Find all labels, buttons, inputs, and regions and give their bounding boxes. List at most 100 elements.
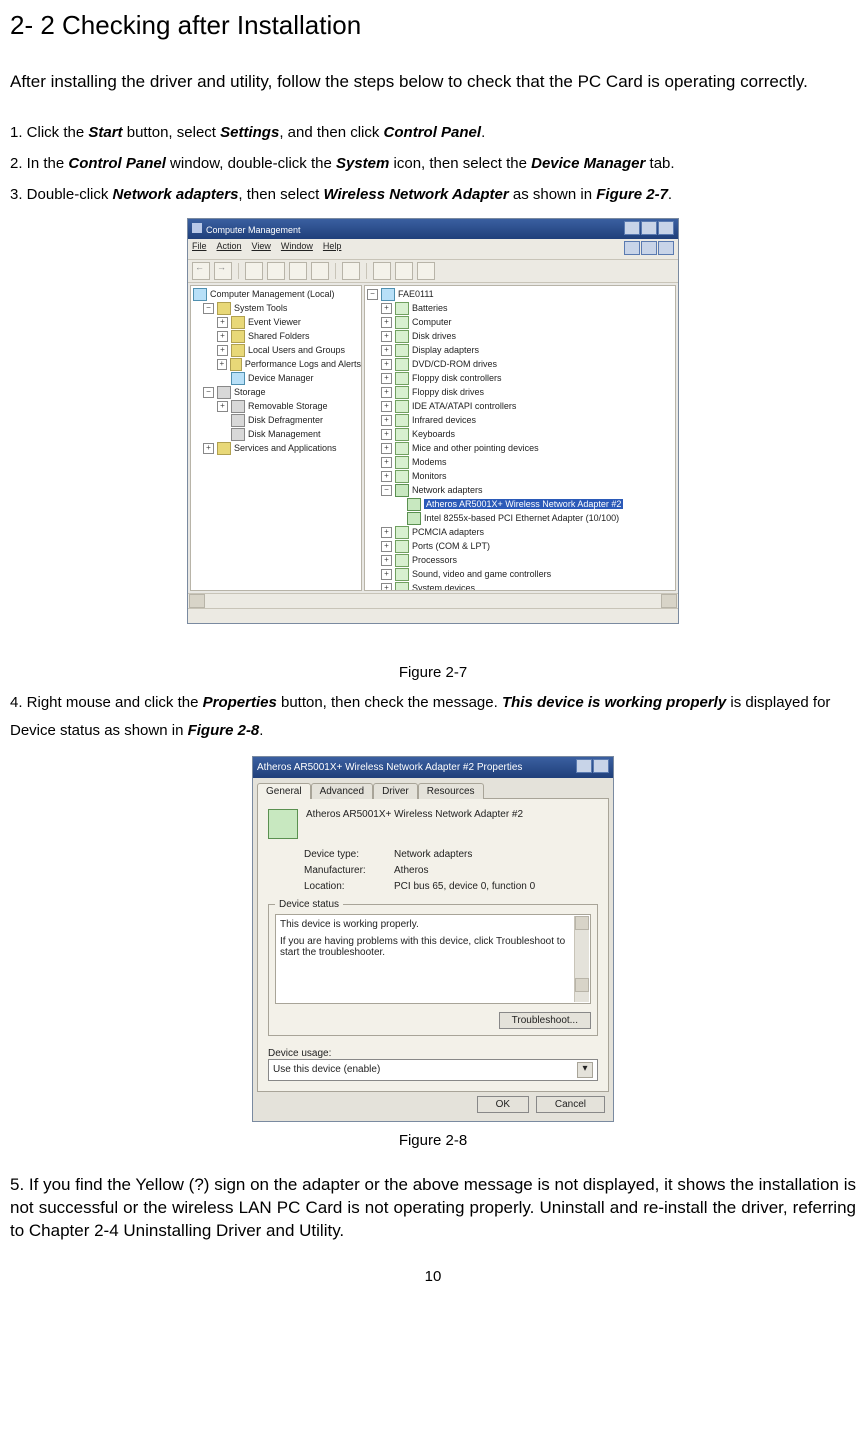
ok-button[interactable]: OK xyxy=(477,1096,529,1113)
expand-icon[interactable]: + xyxy=(381,569,392,580)
tree-node[interactable]: Keyboards xyxy=(412,429,455,439)
expand-icon[interactable]: + xyxy=(381,387,392,398)
toolbar-button[interactable] xyxy=(417,262,435,280)
close-button[interactable] xyxy=(658,221,674,235)
scrollbar-vertical[interactable] xyxy=(574,916,589,1002)
tree-node[interactable]: Disk Defragmenter xyxy=(248,415,323,425)
device-usage-combo[interactable]: Use this device (enable) ▾ xyxy=(268,1059,598,1081)
help-button[interactable] xyxy=(576,759,592,773)
expand-icon[interactable]: + xyxy=(217,331,228,342)
expand-icon[interactable]: + xyxy=(381,331,392,342)
toolbar-button[interactable] xyxy=(267,262,285,280)
expand-icon[interactable]: + xyxy=(381,583,392,591)
toolbar-button[interactable] xyxy=(311,262,329,280)
tree-node[interactable]: Floppy disk drives xyxy=(412,387,484,397)
collapse-icon[interactable]: − xyxy=(367,289,378,300)
expand-icon[interactable]: + xyxy=(381,303,392,314)
tab-driver[interactable]: Driver xyxy=(373,783,418,799)
expand-icon[interactable]: + xyxy=(381,429,392,440)
tree-node[interactable]: Removable Storage xyxy=(248,401,328,411)
expand-icon[interactable]: + xyxy=(381,443,392,454)
tree-node[interactable]: Storage xyxy=(234,387,266,397)
tree-node[interactable]: Computer Management (Local) xyxy=(210,289,335,299)
expand-icon[interactable]: + xyxy=(381,359,392,370)
tree-node[interactable]: Local Users and Groups xyxy=(248,345,345,355)
tree-node[interactable]: Batteries xyxy=(412,303,448,313)
tree-node-network-adapters[interactable]: Network adapters xyxy=(412,485,483,495)
expand-icon[interactable]: + xyxy=(381,373,392,384)
scroll-left-icon[interactable] xyxy=(189,594,205,608)
expand-icon[interactable]: + xyxy=(381,541,392,552)
forward-button[interactable] xyxy=(214,262,232,280)
mdi-minimize-button[interactable] xyxy=(624,241,640,255)
tree-node[interactable]: System Tools xyxy=(234,303,287,313)
toolbar-button[interactable] xyxy=(245,262,263,280)
tree-node[interactable]: Modems xyxy=(412,457,447,467)
menu-view[interactable]: View xyxy=(252,241,271,257)
scroll-right-icon[interactable] xyxy=(661,594,677,608)
tree-node[interactable]: Performance Logs and Alerts xyxy=(245,359,361,369)
tree-node[interactable]: Processors xyxy=(412,555,457,565)
scroll-down-icon[interactable] xyxy=(575,978,589,992)
expand-icon[interactable]: + xyxy=(381,401,392,412)
expand-icon[interactable]: + xyxy=(217,345,228,356)
tab-resources[interactable]: Resources xyxy=(418,783,484,799)
expand-icon[interactable]: + xyxy=(381,317,392,328)
toolbar-button[interactable] xyxy=(395,262,413,280)
close-button[interactable] xyxy=(593,759,609,773)
scroll-up-icon[interactable] xyxy=(575,916,589,930)
cancel-button[interactable]: Cancel xyxy=(536,1096,605,1113)
mdi-restore-button[interactable] xyxy=(641,241,657,255)
tree-node-selected-wireless-adapter[interactable]: Atheros AR5001X+ Wireless Network Adapte… xyxy=(424,499,623,509)
back-button[interactable] xyxy=(192,262,210,280)
tree-node[interactable]: Intel 8255x-based PCI Ethernet Adapter (… xyxy=(424,513,619,523)
expand-icon[interactable]: + xyxy=(381,555,392,566)
expand-icon[interactable]: + xyxy=(217,317,228,328)
expand-icon[interactable]: + xyxy=(217,401,228,412)
collapse-icon[interactable]: − xyxy=(203,387,214,398)
chevron-down-icon[interactable]: ▾ xyxy=(577,1062,593,1078)
tree-node[interactable]: FAE0111 xyxy=(398,289,434,299)
tree-node[interactable]: PCMCIA adapters xyxy=(412,527,484,537)
menu-file[interactable]: File xyxy=(192,241,207,257)
expand-icon[interactable]: + xyxy=(381,345,392,356)
tree-node[interactable]: Disk Management xyxy=(248,429,321,439)
toolbar-button[interactable] xyxy=(342,262,360,280)
menu-action[interactable]: Action xyxy=(217,241,242,257)
minimize-button[interactable] xyxy=(624,221,640,235)
collapse-icon[interactable]: − xyxy=(381,485,392,496)
menu-help[interactable]: Help xyxy=(323,241,342,257)
tree-node-device-manager[interactable]: Device Manager xyxy=(248,373,314,383)
tree-node[interactable]: Floppy disk controllers xyxy=(412,373,502,383)
expand-icon[interactable]: + xyxy=(217,359,227,370)
tree-node[interactable]: Disk drives xyxy=(412,331,456,341)
tree-node[interactable]: Infrared devices xyxy=(412,415,476,425)
tree-node[interactable]: Computer xyxy=(412,317,452,327)
tree-node[interactable]: Monitors xyxy=(412,471,447,481)
tree-node[interactable]: DVD/CD-ROM drives xyxy=(412,359,497,369)
troubleshoot-button[interactable]: Troubleshoot... xyxy=(499,1012,591,1029)
tab-general[interactable]: General xyxy=(257,783,311,799)
toolbar-button[interactable] xyxy=(373,262,391,280)
expand-icon[interactable]: + xyxy=(203,443,214,454)
toolbar-button[interactable] xyxy=(289,262,307,280)
expand-icon[interactable]: + xyxy=(381,471,392,482)
tree-node[interactable]: Sound, video and game controllers xyxy=(412,569,551,579)
tree-node[interactable]: Mice and other pointing devices xyxy=(412,443,539,453)
tree-node[interactable]: Services and Applications xyxy=(234,443,337,453)
tree-node[interactable]: System devices xyxy=(412,583,475,591)
right-tree[interactable]: − FAE0111 + Batteries + Computer + Disk driv… xyxy=(364,285,676,591)
device-status-textbox[interactable]: This device is working properly. If you … xyxy=(275,914,591,1004)
expand-icon[interactable]: + xyxy=(381,415,392,426)
tree-node[interactable]: Display adapters xyxy=(412,345,479,355)
expand-icon[interactable]: + xyxy=(381,527,392,538)
tree-node[interactable]: Ports (COM & LPT) xyxy=(412,541,490,551)
maximize-button[interactable] xyxy=(641,221,657,235)
tab-advanced[interactable]: Advanced xyxy=(311,783,373,799)
expand-icon[interactable]: + xyxy=(381,457,392,468)
left-tree[interactable]: Computer Management (Local) − System Tool… xyxy=(190,285,362,591)
collapse-icon[interactable]: − xyxy=(203,303,214,314)
tree-node[interactable]: IDE ATA/ATAPI controllers xyxy=(412,401,516,411)
tree-node[interactable]: Event Viewer xyxy=(248,317,301,327)
menu-window[interactable]: Window xyxy=(281,241,313,257)
